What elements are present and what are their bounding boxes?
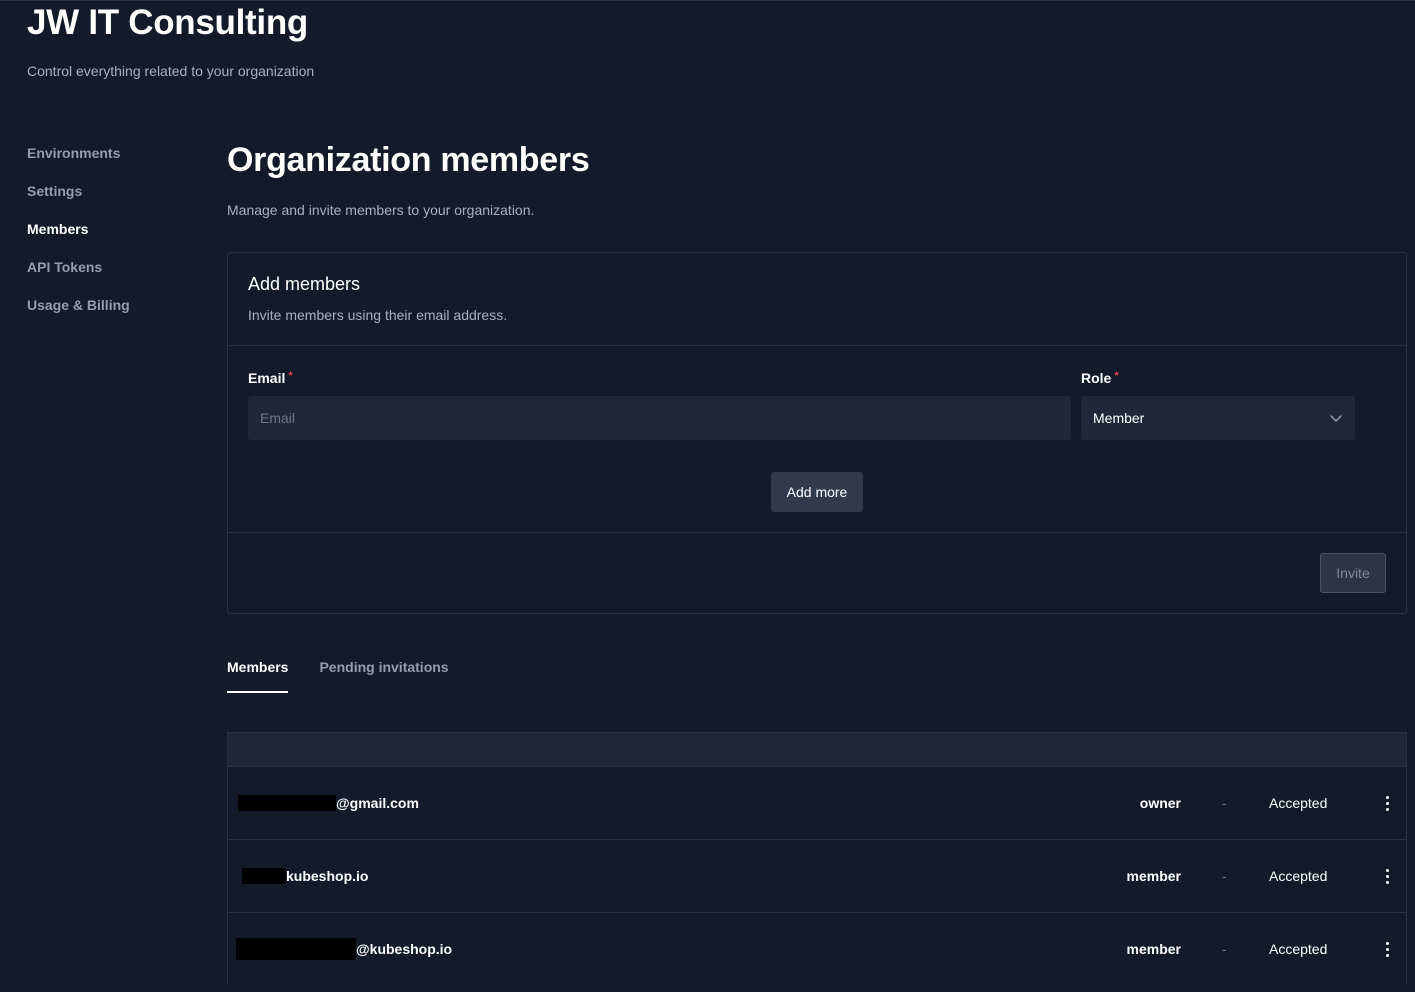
org-title: JW IT Consulting bbox=[27, 3, 308, 42]
email-label-text: Email bbox=[248, 370, 286, 386]
table-row: @gmail.com owner - Accepted bbox=[228, 766, 1406, 839]
member-role: member bbox=[1126, 868, 1181, 884]
table-row: kubeshop.io member - Accepted bbox=[228, 839, 1406, 912]
more-vertical-icon[interactable] bbox=[1380, 840, 1394, 912]
tab-pending-invitations[interactable]: Pending invitations bbox=[319, 659, 448, 693]
invite-form: Email* Role* Member Add more bbox=[228, 346, 1406, 533]
row-menu-dots bbox=[1385, 941, 1389, 957]
add-members-title: Add members bbox=[248, 274, 361, 294]
page-description: Manage and invite members to your organi… bbox=[227, 202, 535, 218]
member-status: Accepted bbox=[1269, 868, 1328, 884]
invite-button[interactable]: Invite bbox=[1320, 553, 1386, 593]
org-subtitle: Control everything related to your organ… bbox=[27, 63, 315, 79]
sidebar: Environments Settings Members API Tokens… bbox=[27, 144, 197, 334]
chevron-down-icon bbox=[1330, 415, 1342, 422]
member-email: kubeshop.io bbox=[236, 840, 368, 912]
redacted-block bbox=[242, 868, 286, 884]
sidebar-item-settings[interactable]: Settings bbox=[27, 182, 197, 220]
row-menu-dots bbox=[1385, 795, 1389, 811]
sidebar-item-usage-billing[interactable]: Usage & Billing bbox=[27, 296, 197, 334]
add-members-description: Invite members using their email address… bbox=[248, 307, 508, 323]
redacted-block bbox=[238, 795, 336, 811]
redacted-block bbox=[236, 938, 356, 960]
sidebar-item-api-tokens[interactable]: API Tokens bbox=[27, 258, 197, 296]
role-label-text: Role bbox=[1081, 370, 1112, 386]
more-vertical-icon[interactable] bbox=[1380, 913, 1394, 985]
page: JW IT Consulting Control everything rela… bbox=[0, 0, 1415, 992]
row-menu-dots bbox=[1385, 868, 1389, 884]
email-required-marker: * bbox=[288, 370, 293, 382]
table-row: @kubeshop.io member - Accepted bbox=[228, 912, 1406, 985]
sidebar-item-members[interactable]: Members bbox=[27, 220, 197, 258]
table-header bbox=[228, 733, 1406, 766]
member-status: Accepted bbox=[1269, 941, 1328, 957]
add-members-header: Add members Invite members using their e… bbox=[228, 253, 1406, 346]
email-input[interactable] bbox=[248, 396, 1071, 440]
page-title: Organization members bbox=[227, 141, 590, 179]
role-select[interactable]: Member bbox=[1081, 396, 1355, 440]
member-email-text: kubeshop.io bbox=[286, 868, 369, 884]
members-tabs: Members Pending invitations bbox=[227, 659, 480, 693]
role-required-marker: * bbox=[1114, 370, 1119, 382]
member-email-text: @kubeshop.io bbox=[356, 941, 453, 957]
member-role: member bbox=[1126, 941, 1181, 957]
sidebar-item-environments[interactable]: Environments bbox=[27, 144, 197, 182]
role-label: Role * bbox=[1081, 370, 1119, 386]
member-dash: - bbox=[1222, 795, 1227, 811]
member-email: @kubeshop.io bbox=[236, 913, 452, 985]
add-more-button[interactable]: Add more bbox=[771, 472, 863, 512]
email-label: Email * bbox=[248, 370, 293, 386]
main-content: Organization members Manage and invite m… bbox=[227, 141, 1407, 985]
add-members-footer: Invite bbox=[228, 533, 1406, 613]
more-vertical-icon[interactable] bbox=[1380, 767, 1394, 839]
tab-members[interactable]: Members bbox=[227, 659, 289, 693]
member-dash: - bbox=[1222, 941, 1227, 957]
member-email-text: @gmail.com bbox=[336, 795, 419, 811]
member-dash: - bbox=[1222, 868, 1227, 884]
add-members-card: Add members Invite members using their e… bbox=[227, 252, 1407, 614]
role-select-value: Member bbox=[1093, 410, 1145, 426]
members-table: @gmail.com owner - Accepted kubeshop.io … bbox=[227, 732, 1407, 985]
member-role: owner bbox=[1139, 795, 1181, 811]
member-email: @gmail.com bbox=[236, 767, 419, 839]
member-status: Accepted bbox=[1269, 795, 1328, 811]
